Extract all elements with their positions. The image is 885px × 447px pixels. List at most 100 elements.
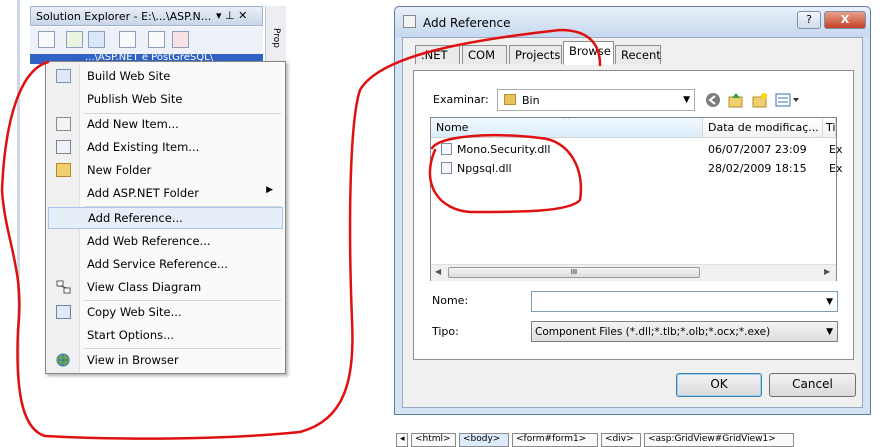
folder-icon bbox=[56, 163, 71, 177]
menu-item-label: Publish Web Site bbox=[87, 92, 183, 106]
menu-item-label: Add New Item... bbox=[87, 117, 179, 131]
nest-files-icon[interactable] bbox=[88, 31, 105, 48]
menu-item-label: View Class Diagram bbox=[87, 280, 202, 294]
menu-item-add-aspnet-folder[interactable]: Add ASP.NET Folder ▶ bbox=[48, 182, 283, 204]
folder-icon bbox=[504, 94, 516, 105]
help-button[interactable]: ? bbox=[797, 11, 821, 29]
menu-item-add-new-item[interactable]: Add New Item... bbox=[48, 113, 283, 135]
menu-item-label: View in Browser bbox=[87, 353, 179, 367]
chevron-down-icon: ▼ bbox=[683, 95, 690, 105]
menu-item-label: Add Existing Item... bbox=[87, 140, 200, 154]
column-header-label: Nome bbox=[436, 121, 469, 134]
file-date: 28/02/2009 18:15 bbox=[708, 162, 807, 175]
menu-item-view-class-diagram[interactable]: View Class Diagram bbox=[48, 276, 283, 298]
look-in-value: Bin bbox=[522, 94, 540, 107]
breadcrumb-item[interactable]: <div> bbox=[601, 433, 641, 447]
breadcrumb-item[interactable]: <form#form1> bbox=[512, 433, 598, 447]
view-code-icon[interactable] bbox=[172, 31, 189, 48]
menu-item-view-in-browser[interactable]: View in Browser bbox=[48, 349, 283, 371]
column-header-name[interactable]: Nome ^ bbox=[431, 118, 703, 138]
menu-item-label: Add Reference... bbox=[88, 211, 183, 225]
file-type-value: Component Files (*.dll;*.tlb;*.olb;*.ocx… bbox=[535, 326, 771, 338]
new-folder-icon[interactable] bbox=[752, 92, 768, 108]
file-list[interactable]: Nome ^ Data de modificaç... Ti Mono.Secu… bbox=[430, 117, 842, 281]
new-item-icon bbox=[56, 117, 71, 131]
back-icon[interactable] bbox=[705, 92, 721, 108]
menu-item-add-service-reference[interactable]: Add Service Reference... bbox=[48, 253, 283, 275]
submenu-arrow-icon: ▶ bbox=[266, 185, 273, 195]
scroll-left-icon[interactable]: ◀ bbox=[435, 267, 441, 276]
breadcrumb-scroll-left-icon[interactable]: ◂ bbox=[396, 433, 408, 447]
dialog-titlebar: Add Reference ? X bbox=[395, 7, 870, 37]
menu-item-label: Add Web Reference... bbox=[87, 234, 211, 248]
scroll-thumb[interactable]: III bbox=[448, 267, 700, 278]
menu-item-label: Add Service Reference... bbox=[87, 257, 228, 271]
scroll-right-icon[interactable]: ▶ bbox=[824, 267, 830, 276]
file-type-select[interactable]: Component Files (*.dll;*.tlb;*.olb;*.ocx… bbox=[531, 321, 838, 342]
menu-item-label: Start Options... bbox=[87, 328, 175, 342]
dialog-app-icon bbox=[403, 15, 416, 28]
file-name-label: Nome: bbox=[432, 294, 469, 307]
close-button[interactable]: X bbox=[824, 11, 866, 29]
menu-item-build-web-site[interactable]: Build Web Site bbox=[48, 65, 283, 87]
menu-item-label: Build Web Site bbox=[87, 69, 171, 83]
menu-item-add-web-reference[interactable]: Add Web Reference... bbox=[48, 230, 283, 252]
tab-com[interactable]: COM bbox=[462, 45, 507, 64]
file-type: Ex bbox=[829, 143, 843, 156]
chevron-down-icon[interactable]: ▼ bbox=[826, 297, 833, 307]
tab-dotnet[interactable]: .NET bbox=[415, 45, 460, 64]
solution-explorer-toolbar bbox=[30, 27, 263, 55]
file-name-input[interactable]: ▼ bbox=[531, 291, 838, 312]
file-type: Ex bbox=[829, 162, 843, 175]
file-date: 06/07/2007 23:09 bbox=[708, 143, 807, 156]
view-menu-icon[interactable] bbox=[775, 92, 801, 108]
copy-web-site-icon[interactable] bbox=[119, 31, 136, 48]
menu-item-label: Add ASP.NET Folder bbox=[87, 186, 199, 200]
window-edge bbox=[17, 0, 20, 380]
solution-explorer-titlebar: Solution Explorer - E:\...\ASP.N... ▾ ⊥ … bbox=[30, 6, 263, 26]
file-name: Npgsql.dll bbox=[457, 162, 512, 175]
menu-item-label: New Folder bbox=[87, 163, 152, 177]
up-folder-icon[interactable] bbox=[728, 92, 744, 108]
breadcrumb-item[interactable]: <asp:GridView#GridView1> bbox=[644, 433, 794, 447]
tab-recent[interactable]: Recent bbox=[615, 45, 661, 64]
breadcrumb-item[interactable]: <html> bbox=[411, 433, 456, 447]
solution-explorer-title: Solution Explorer - E:\...\ASP.N... bbox=[36, 10, 212, 23]
file-row[interactable]: Mono.Security.dll 06/07/2007 23:09 Ex bbox=[441, 141, 842, 160]
class-diagram-icon bbox=[56, 280, 71, 294]
context-menu: Build Web Site Publish Web Site Add New … bbox=[45, 61, 286, 374]
look-in-label: Examinar: bbox=[433, 93, 489, 106]
column-header-type[interactable]: Ti bbox=[823, 118, 836, 138]
file-name: Mono.Security.dll bbox=[457, 143, 551, 156]
build-icon bbox=[56, 69, 71, 83]
menu-item-add-reference[interactable]: Add Reference... bbox=[48, 207, 283, 229]
ok-button[interactable]: OK bbox=[676, 373, 762, 397]
copy-web-icon bbox=[56, 305, 71, 319]
menu-item-add-existing-item[interactable]: Add Existing Item... bbox=[48, 136, 283, 158]
configure-icon[interactable] bbox=[148, 31, 165, 48]
breadcrumb-item-selected[interactable]: <body> bbox=[459, 433, 509, 447]
browser-icon bbox=[56, 353, 71, 367]
tab-projects[interactable]: Projects bbox=[509, 45, 562, 64]
horizontal-scrollbar[interactable]: ◀ III ▶ bbox=[431, 264, 836, 281]
menu-item-new-folder[interactable]: New Folder bbox=[48, 159, 283, 181]
file-type-label: Tipo: bbox=[432, 325, 459, 338]
menu-item-label: Copy Web Site... bbox=[87, 305, 182, 319]
tab-browse[interactable]: Browse bbox=[563, 41, 614, 65]
chevron-down-icon: ▼ bbox=[826, 327, 833, 337]
cancel-button[interactable]: Cancel bbox=[769, 373, 856, 397]
menu-item-copy-web-site[interactable]: Copy Web Site... bbox=[48, 301, 283, 323]
menu-item-start-options[interactable]: Start Options... bbox=[48, 324, 283, 346]
existing-item-icon bbox=[56, 140, 71, 154]
column-header-date[interactable]: Data de modificaç... bbox=[703, 118, 823, 138]
properties-icon[interactable] bbox=[38, 31, 55, 48]
sort-arrow-icon: ^ bbox=[563, 118, 570, 124]
dll-file-icon bbox=[441, 162, 452, 174]
menu-item-publish-web-site[interactable]: Publish Web Site bbox=[48, 88, 283, 110]
look-in-dropdown[interactable]: Bin ▼ bbox=[497, 89, 695, 111]
window-controls[interactable]: ▾ ⊥ ✕ bbox=[216, 9, 247, 22]
side-strip-label: Prop bbox=[271, 28, 281, 48]
refresh-icon[interactable] bbox=[66, 31, 83, 48]
properties-side-strip[interactable]: Prop bbox=[265, 6, 286, 61]
file-row[interactable]: Npgsql.dll 28/02/2009 18:15 Ex bbox=[441, 160, 842, 179]
